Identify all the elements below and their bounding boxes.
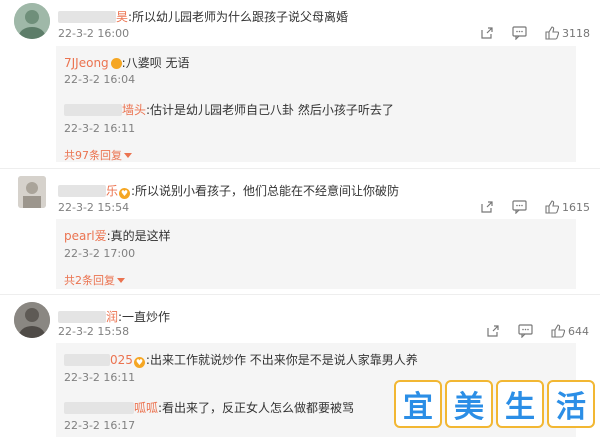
- reply-time: 22-3-2 16:17: [64, 419, 136, 432]
- share-icon: [481, 201, 493, 213]
- thumbs-up-icon: [545, 200, 559, 214]
- verified-badge-icon: [110, 58, 122, 69]
- username[interactable]: 润: [106, 310, 118, 324]
- comment-time: 22-3-2 16:00: [58, 27, 130, 40]
- watermark-char: 宜: [394, 380, 442, 428]
- masked-username: [58, 311, 106, 323]
- reply-text: :真的是这样: [106, 229, 171, 243]
- reply-time: 22-3-2 16:04: [64, 73, 136, 86]
- reply-username[interactable]: 7JJeong: [64, 56, 109, 70]
- like-count: 3118: [562, 26, 590, 40]
- share-button[interactable]: [486, 324, 500, 338]
- reply-username[interactable]: pearl爱: [64, 229, 107, 243]
- reply-time: 22-3-2 16:11: [64, 122, 136, 135]
- more-replies-link[interactable]: 共97条回复: [64, 147, 132, 163]
- vip-badge-icon: ♥: [119, 188, 131, 199]
- username[interactable]: 昊: [116, 10, 128, 24]
- like-count: 644: [568, 324, 589, 338]
- reply-header: 墙头:估计是幼儿园老师自己八卦 然后小孩子听去了: [64, 99, 394, 118]
- avatar[interactable]: [14, 3, 50, 39]
- reply-header: 呱呱:看出来了，反正女人怎么做都要被骂: [64, 397, 354, 416]
- comment-text: :所以说别小看孩子，他们总能在不经意间让你破防: [131, 184, 400, 198]
- comment-button[interactable]: [512, 26, 527, 40]
- username[interactable]: 乐: [106, 184, 118, 198]
- reply-username[interactable]: 025: [110, 353, 133, 367]
- reply-text: :出来工作就说炒作 不出来你是不是说人家靠男人养: [145, 353, 418, 367]
- reply-username[interactable]: 呱呱: [134, 401, 158, 415]
- comment-text: :所以幼儿园老师为什么跟孩子说父母离婚: [128, 10, 349, 24]
- comment-icon: [518, 324, 533, 338]
- reply-header: pearl爱:真的是这样: [64, 225, 171, 244]
- masked-username: [64, 104, 122, 116]
- reply-header: 7JJeong :八婆呗 无语: [64, 52, 190, 71]
- watermark-char: 活: [547, 380, 595, 428]
- comment-icon: [512, 26, 527, 40]
- share-icon: [481, 27, 493, 39]
- comment-actions: 644: [486, 324, 589, 338]
- watermark-char: 生: [496, 380, 544, 428]
- more-replies-label: 共97条回复: [64, 149, 122, 162]
- reply-time: 22-3-2 16:11: [64, 371, 136, 384]
- reply-text: :估计是幼儿园老师自己八卦 然后小孩子听去了: [146, 103, 394, 117]
- more-replies-label: 共2条回复: [64, 274, 115, 287]
- reply-header: 025 ♥:出来工作就说炒作 不出来你是不是说人家靠男人养: [64, 349, 418, 368]
- masked-username: [58, 185, 106, 197]
- reply-time: 22-3-2 17:00: [64, 247, 136, 260]
- comment-button[interactable]: [512, 200, 527, 214]
- comment-time: 22-3-2 15:54: [58, 201, 130, 214]
- comment-header: 昊:所以幼儿园老师为什么跟孩子说父母离婚: [58, 6, 348, 25]
- comment-button[interactable]: [518, 324, 533, 338]
- reply-text: :看出来了，反正女人怎么做都要被骂: [158, 401, 355, 415]
- masked-username: [64, 354, 110, 366]
- comment-icon: [512, 200, 527, 214]
- comment-header: 乐 ♥:所以说别小看孩子，他们总能在不经意间让你破防: [58, 180, 399, 199]
- divider: [0, 168, 600, 169]
- watermark-char: 美: [445, 380, 493, 428]
- vip-badge-icon: ♥: [133, 357, 145, 368]
- avatar[interactable]: [14, 302, 50, 338]
- like-count: 1615: [562, 200, 590, 214]
- share-icon: [487, 325, 499, 337]
- thumbs-up-icon: [545, 26, 559, 40]
- reply-username[interactable]: 墙头: [122, 103, 146, 117]
- comment-actions: 3118: [480, 26, 590, 40]
- masked-username: [64, 402, 134, 414]
- reply-text: :八婆呗 无语: [121, 56, 190, 70]
- like-button[interactable]: 1615: [545, 200, 590, 214]
- masked-username: [58, 11, 116, 23]
- watermark-logo: 宜 美 生 活: [394, 380, 595, 428]
- caret-down-icon: [124, 153, 132, 158]
- share-button[interactable]: [480, 200, 494, 214]
- caret-down-icon: [117, 278, 125, 283]
- thumbs-up-icon: [551, 324, 565, 338]
- comment-text: :一直炒作: [118, 310, 171, 324]
- divider: [0, 294, 600, 295]
- more-replies-link[interactable]: 共2条回复: [64, 272, 125, 288]
- share-button[interactable]: [480, 26, 494, 40]
- comment-actions: 1615: [480, 200, 590, 214]
- comment-time: 22-3-2 15:58: [58, 325, 130, 338]
- like-button[interactable]: 3118: [545, 26, 590, 40]
- comment-header: 润:一直炒作: [58, 306, 170, 325]
- like-button[interactable]: 644: [551, 324, 589, 338]
- avatar[interactable]: [18, 176, 46, 208]
